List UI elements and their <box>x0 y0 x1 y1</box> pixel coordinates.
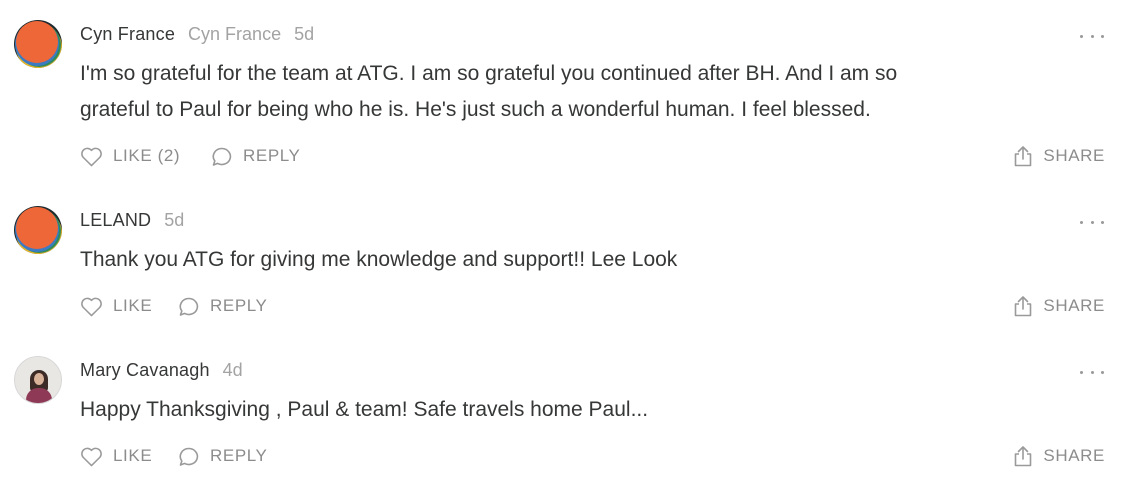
share-button[interactable]: SHARE <box>1013 443 1105 469</box>
reply-label: REPLY <box>210 446 268 465</box>
avatar[interactable] <box>14 356 62 404</box>
share-arrow-icon <box>1013 445 1043 467</box>
heart-outline-icon <box>80 446 113 467</box>
author-name[interactable]: Mary Cavanagh <box>80 360 210 381</box>
comment-actions: LIKE REPLY SHARE <box>80 443 1105 469</box>
comment-header: Mary Cavanagh 4d <box>80 360 243 384</box>
comment-text: Happy Thanksgiving , Paul & team! Safe t… <box>80 392 1090 428</box>
comment-item: Mary Cavanagh 4d Happy Thanksgiving , Pa… <box>0 0 1142 490</box>
comment-timestamp[interactable]: 4d <box>223 360 243 381</box>
share-label: SHARE <box>1043 446 1105 465</box>
speech-bubble-icon <box>178 446 210 467</box>
reply-button[interactable]: REPLY <box>178 443 268 469</box>
like-label: LIKE <box>113 446 153 465</box>
comment-text-line: Happy Thanksgiving , Paul & team! Safe t… <box>80 398 649 421</box>
like-button[interactable]: LIKE <box>80 443 152 469</box>
more-options-icon[interactable] <box>1080 364 1104 380</box>
